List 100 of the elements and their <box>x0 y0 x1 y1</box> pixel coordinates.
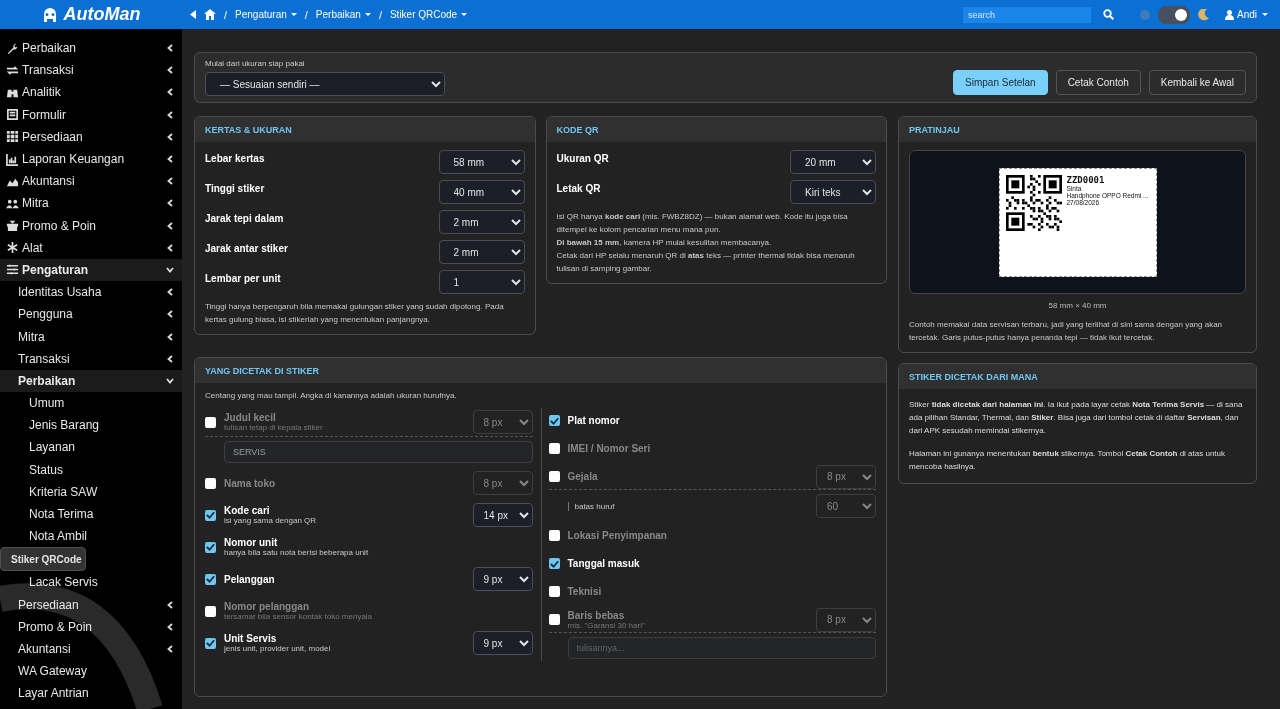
checkbox[interactable] <box>205 605 216 617</box>
sidebar-item[interactable]: Persediaan <box>0 125 182 148</box>
checkbox[interactable] <box>548 471 560 482</box>
item-label: Baris bebas <box>567 609 626 621</box>
sidebar-item[interactable]: WA Gateway <box>0 660 182 683</box>
theme-toggle[interactable] <box>1158 5 1190 24</box>
font-size-select[interactable]: 14 px <box>472 503 533 527</box>
setting-select[interactable]: 58 mm <box>438 150 525 174</box>
item-label: Nama toko <box>224 477 277 489</box>
checkbox[interactable] <box>205 541 216 553</box>
sidebar-item[interactable]: Identitas Usaha <box>0 281 182 304</box>
sidebar-item[interactable]: Stiker QRCode <box>0 547 86 572</box>
font-size-select[interactable]: 8 px <box>472 471 533 495</box>
sidebar-item[interactable]: Akuntansi <box>0 637 182 661</box>
item-label: Lokasi Penyimpanan <box>567 530 668 541</box>
collapse-sidebar-icon[interactable] <box>190 10 196 19</box>
checkbox[interactable] <box>548 443 560 454</box>
action-button[interactable]: Simpan Setelan <box>953 70 1048 95</box>
sidebar-item[interactable]: Analitik <box>0 81 182 104</box>
sidebar-item[interactable]: Status <box>0 458 182 481</box>
setting-select[interactable]: Kiri teks <box>790 180 876 204</box>
sidebar-item[interactable]: Perbaikan <box>0 37 182 60</box>
sidebar-item[interactable]: Promo & Poin <box>0 214 182 237</box>
item-hint: tulisan tetap di kepala stiker <box>224 423 324 432</box>
user-icon <box>1225 9 1234 20</box>
sidebar-item[interactable]: Mitra <box>0 192 182 215</box>
checkbox[interactable] <box>205 509 216 521</box>
sidebar-item[interactable]: Jenis Barang <box>0 414 182 437</box>
breadcrumb-separator: / <box>304 8 308 21</box>
breadcrumb-link[interactable]: Pengaturan <box>235 9 297 20</box>
user-menu[interactable]: Andi <box>1225 9 1268 20</box>
action-button[interactable]: Kembali ke Awal <box>1148 70 1246 95</box>
breadcrumb-link[interactable]: Stiker QRCode <box>389 9 468 20</box>
sidebar-item[interactable]: Pengguna <box>0 303 182 326</box>
sidebar-item[interactable]: Umum <box>0 392 182 415</box>
snowflake-icon <box>6 241 19 255</box>
sidebar-item[interactable]: Lacak Servis <box>0 571 182 594</box>
checkbox[interactable] <box>548 586 560 597</box>
breadcrumb-separator: / <box>224 8 228 21</box>
checkbox[interactable] <box>548 614 560 625</box>
card-title: KERTAS & UKURAN <box>205 124 292 135</box>
limit-select[interactable]: 60 <box>816 494 876 518</box>
item-label: Nomor pelanggan <box>224 601 310 612</box>
sidebar-item[interactable]: Transaksi <box>0 59 182 82</box>
card-title: KODE QR <box>556 124 599 135</box>
sidebar-item[interactable]: Kriteria SAW <box>0 480 182 503</box>
breadcrumb-separator: / <box>378 8 382 21</box>
sidebar-item[interactable]: Layanan <box>0 436 182 459</box>
breadcrumb-link[interactable]: Perbaikan <box>315 9 371 20</box>
action-button[interactable]: Cetak Contoh <box>1055 70 1141 95</box>
sidebar-item[interactable]: Laporan Keuangan <box>0 147 182 171</box>
item-hint: isi yang sama dengan QR <box>224 516 318 525</box>
text-input-field[interactable]: SERVIS <box>224 441 533 463</box>
setting-select[interactable]: 40 mm <box>438 180 525 204</box>
checkbox[interactable] <box>205 637 216 649</box>
sidebar-item[interactable]: Promo & Poin <box>0 615 182 638</box>
checkbox[interactable] <box>205 477 216 489</box>
sidebar-item[interactable]: Akuntansi <box>0 170 182 193</box>
field-label: Tinggi stiker <box>205 183 265 194</box>
size-caption: 58 mm × 40 mm <box>1047 301 1108 310</box>
font-size-select[interactable]: 8 px <box>472 410 533 434</box>
item-label: Pelanggan <box>224 573 276 585</box>
sidebar-item[interactable]: Nota Terima <box>0 502 182 526</box>
setting-select[interactable]: 2 mm <box>438 240 525 264</box>
item-label: Unit Servis <box>224 633 278 644</box>
sidebar-item[interactable]: Pengaturan <box>0 258 182 282</box>
sidebar-item[interactable]: Formulir <box>0 103 182 126</box>
setting-select[interactable]: 2 mm <box>438 210 525 234</box>
text-input-field[interactable]: tulisannya... <box>567 637 876 659</box>
sidebar-item[interactable]: Perbaikan <box>0 369 182 392</box>
sidebar-item[interactable]: Mitra <box>0 325 182 348</box>
setting-select[interactable]: 1 <box>438 270 525 294</box>
checkbox[interactable] <box>548 415 560 426</box>
qr-code-icon <box>1005 174 1062 231</box>
sidebar-item[interactable]: Nota Ambil <box>0 525 182 548</box>
font-size-select[interactable]: 8 px <box>816 607 876 632</box>
item-hint: tersamar bila sensor kontak toko menyala <box>224 612 374 621</box>
limit-label: batas huruf <box>567 501 615 511</box>
form-icon <box>6 108 19 122</box>
preview-note: Contoh memakai data servisan terbaru, jadi yang terlihat di sini sama dengan yang akan tercetak. Garis putus-putus hanya penanda tepi — tidak ikut tercetak. <box>909 319 1224 344</box>
brand-name[interactable]: AutoMan <box>63 4 141 25</box>
field-label: Jarak antar stiker <box>205 243 288 254</box>
checkbox[interactable] <box>205 573 216 585</box>
search-icon[interactable] <box>1103 9 1114 20</box>
font-size-select[interactable]: 9 px <box>472 567 533 591</box>
setting-select[interactable]: 20 mm <box>790 150 876 174</box>
font-size-select[interactable]: 8 px <box>816 464 876 489</box>
sidebar-item[interactable]: Transaksi <box>0 347 182 370</box>
checkbox[interactable] <box>205 416 216 428</box>
sidebar-item[interactable]: Persediaan <box>0 593 182 616</box>
checkbox[interactable] <box>548 558 560 569</box>
sidebar-item[interactable]: Layar Antrian <box>0 682 182 705</box>
checkbox[interactable] <box>548 530 560 541</box>
search-field[interactable]: search <box>963 6 1091 23</box>
home-icon[interactable] <box>204 9 216 20</box>
preset-select[interactable]: — Sesuaian sendiri — <box>205 72 445 96</box>
sidebar-item[interactable]: Alat <box>0 236 182 259</box>
item-label: IMEI / Nomor Seri <box>567 443 652 454</box>
font-size-select[interactable]: 9 px <box>472 631 533 655</box>
item-label: Kode cari <box>224 505 271 516</box>
